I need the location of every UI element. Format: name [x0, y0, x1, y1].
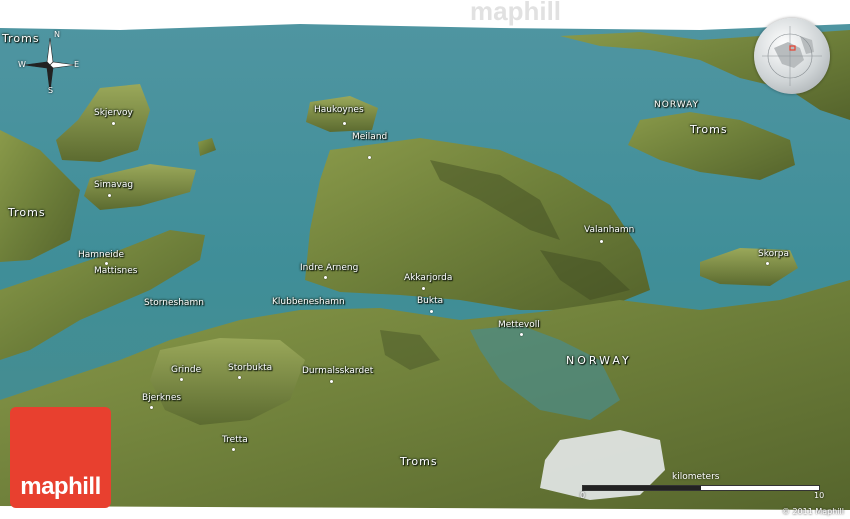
- settlement-dot: [150, 406, 153, 409]
- globe-locator-icon: [754, 18, 830, 94]
- label-troms-nw: Troms: [2, 32, 40, 45]
- scale-bar-graphic: [582, 485, 820, 491]
- logo-text: maphill: [20, 473, 101, 500]
- terrain-layer: [0, 0, 850, 519]
- label-mattisnes: Mattisnes: [94, 266, 138, 276]
- scale-min: 0: [580, 491, 586, 500]
- label-storbukta: Storbukta: [228, 363, 273, 373]
- watermark-text: maphill: [470, 0, 562, 26]
- globe-icon: [762, 26, 822, 86]
- label-mettevoll: Mettevoll: [498, 320, 540, 330]
- label-bukta: Bukta: [417, 296, 444, 306]
- label-norway-ne: NORWAY: [654, 100, 700, 110]
- label-troms-w: Troms: [8, 206, 46, 219]
- label-norway-center: NORWAY: [566, 354, 632, 367]
- settlement-dot: [180, 378, 183, 381]
- settlement-dot: [520, 333, 523, 336]
- label-tretta: Tretta: [222, 435, 248, 445]
- scale-bar: kilometers 0 10: [580, 472, 824, 502]
- label-hamneide: Hamneide: [78, 250, 125, 260]
- label-durmalsskardet: Durmalsskardet: [302, 366, 374, 376]
- label-troms-ne: Troms: [690, 123, 728, 136]
- label-valanhamn: Valanhamn: [584, 225, 635, 235]
- label-simavag: Simavag: [94, 180, 134, 190]
- settlement-dot: [430, 310, 433, 313]
- label-grinde: Grinde: [171, 365, 202, 375]
- settlement-dot: [232, 448, 235, 451]
- label-skorpa: Skorpa: [758, 249, 790, 259]
- settlement-dot: [343, 122, 346, 125]
- settlement-dot: [112, 122, 115, 125]
- scale-max: 10: [814, 491, 825, 500]
- label-skjervoy: Skjervoy: [94, 108, 133, 118]
- maphill-logo[interactable]: maphill: [10, 407, 111, 508]
- compass-n: N: [54, 30, 60, 39]
- satellite-map[interactable]: maphill N S E W Troms NORWAY Troms Skjer…: [0, 0, 850, 519]
- settlement-dot: [324, 276, 327, 279]
- label-akkarjorda: Akkarjorda: [404, 273, 453, 283]
- label-klubbeneshamn: Klubbeneshamn: [272, 297, 345, 307]
- settlement-dot: [108, 194, 111, 197]
- settlement-dot: [330, 380, 333, 383]
- settlement-dot: [238, 376, 241, 379]
- label-storneshamn: Storneshamn: [144, 298, 204, 308]
- compass-e: E: [74, 60, 80, 69]
- label-bjerknes: Bjerknes: [142, 393, 182, 403]
- compass-s: S: [48, 86, 54, 95]
- settlement-dot: [105, 262, 108, 265]
- settlement-dot: [422, 287, 425, 290]
- settlement-dot: [368, 156, 371, 159]
- copyright-text: © 2011 Maphill: [781, 507, 844, 516]
- settlement-dot: [600, 240, 603, 243]
- compass-w: W: [18, 60, 26, 69]
- label-indre-arneng: Indre Arneng: [300, 263, 359, 273]
- label-haukoynes: Haukoynes: [314, 105, 364, 115]
- label-meiland: Meiland: [352, 132, 388, 142]
- settlement-dot: [766, 262, 769, 265]
- label-troms-s: Troms: [400, 455, 438, 468]
- scale-title: kilometers: [672, 472, 720, 482]
